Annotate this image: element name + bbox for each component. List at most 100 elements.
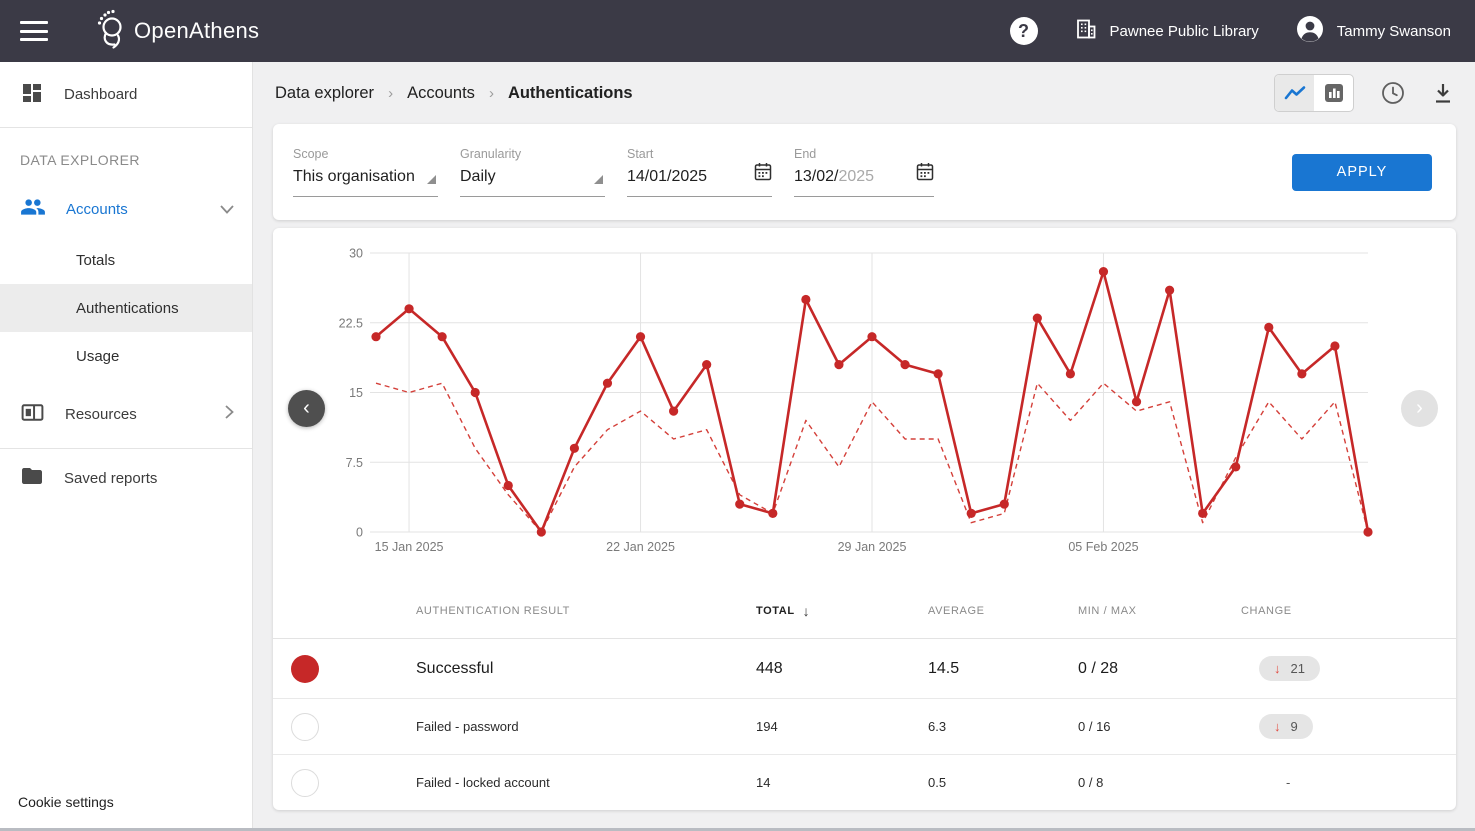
sidebar-item-label: Resources (65, 406, 137, 423)
sidebar: Dashboard DATA EXPLORER Accounts Totals … (0, 62, 253, 828)
sub-item-label: Usage (76, 348, 119, 365)
scope-select[interactable]: Scope This organisation (293, 147, 438, 197)
column-authentication-result[interactable]: AUTHENTICATION RESULT (416, 605, 756, 617)
chevron-down-icon (220, 201, 234, 218)
granularity-select[interactable]: Granularity Daily (460, 147, 605, 197)
sidebar-item-label: Dashboard (64, 86, 137, 103)
end-date-typed: 13/02/ (794, 168, 838, 186)
chevron-right-icon (225, 405, 234, 423)
apply-button[interactable]: APPLY (1292, 154, 1432, 191)
table-row-failed-locked[interactable]: Failed - locked account 14 0.5 0 / 8 - (273, 755, 1456, 810)
row-average: 6.3 (928, 719, 1078, 734)
breadcrumb-separator-icon: › (489, 85, 494, 102)
column-min-max[interactable]: MIN / MAX (1078, 605, 1241, 617)
openathens-logo-icon (92, 8, 128, 55)
clock-icon (1380, 80, 1406, 106)
series-marker-unselected[interactable] (291, 713, 319, 741)
row-label: Successful (416, 660, 756, 678)
history-button[interactable] (1380, 80, 1406, 106)
breadcrumb: Data explorer › Accounts › Authenticatio… (275, 84, 633, 103)
user-avatar-icon (1295, 14, 1325, 48)
user-name: Tammy Swanson (1337, 23, 1451, 40)
accounts-people-icon (20, 194, 46, 224)
row-average: 14.5 (928, 660, 1078, 678)
sidebar-item-label: Saved reports (64, 470, 157, 487)
change-badge: ↓ 9 (1259, 714, 1313, 739)
breadcrumb-row: Data explorer › Accounts › Authenticatio… (273, 62, 1456, 124)
column-change[interactable]: CHANGE (1241, 605, 1456, 617)
chart-type-toggle (1274, 74, 1354, 112)
breadcrumb-authentications: Authentications (508, 84, 633, 103)
start-date-value: 14/01/2025 (627, 168, 772, 186)
end-date-label: End (794, 147, 934, 161)
calendar-icon[interactable] (916, 162, 934, 186)
start-date-label: Start (627, 147, 772, 161)
scope-label: Scope (293, 147, 438, 161)
sidebar-item-authentications[interactable]: Authentications (0, 284, 252, 332)
chart-next-arrow-button[interactable]: › (1401, 390, 1438, 427)
svg-text:15: 15 (349, 386, 363, 400)
organisation-switcher[interactable]: Pawnee Public Library (1074, 17, 1259, 45)
start-date-input[interactable]: Start 14/01/2025 (627, 147, 772, 197)
line-chart-icon (1284, 85, 1306, 101)
column-total-sorted[interactable]: TOTAL ↓ (756, 603, 928, 619)
series-marker-selected[interactable] (291, 655, 319, 683)
change-badge: ↓ 21 (1259, 656, 1320, 681)
row-min-max: 0 / 16 (1078, 719, 1241, 734)
help-icon[interactable]: ? (1010, 17, 1038, 45)
column-average[interactable]: AVERAGE (928, 605, 1078, 617)
organisation-name: Pawnee Public Library (1110, 23, 1259, 40)
folder-icon (20, 464, 44, 492)
line-chart-toggle-button[interactable] (1275, 75, 1314, 111)
breadcrumb-separator-icon: › (388, 85, 393, 102)
breadcrumb-data-explorer[interactable]: Data explorer (275, 84, 374, 103)
cookie-settings-link[interactable]: Cookie settings (18, 794, 114, 810)
table-row-successful[interactable]: Successful 448 14.5 0 / 28 ↓ 21 (273, 639, 1456, 699)
bar-chart-icon (1324, 83, 1344, 103)
sub-item-label: Totals (76, 252, 115, 269)
chart-prev-arrow-button[interactable]: ‹ (288, 390, 325, 427)
logo-text: OpenAthens (134, 18, 259, 44)
filter-panel: Scope This organisation Granularity Dail… (273, 124, 1456, 220)
svg-text:15 Jan 2025: 15 Jan 2025 (375, 540, 444, 554)
series-marker-unselected[interactable] (291, 769, 319, 797)
svg-text:7.5: 7.5 (346, 456, 363, 470)
results-panel: ‹ › 07.51522.53015 Jan 202522 Jan 202529… (273, 228, 1456, 810)
calendar-icon[interactable] (754, 162, 772, 186)
svg-text:30: 30 (349, 247, 363, 261)
end-date-suggested: 2025 (838, 168, 874, 186)
line-chart-svg: 07.51522.53015 Jan 202522 Jan 202529 Jan… (273, 228, 1456, 578)
user-menu[interactable]: Tammy Swanson (1295, 14, 1451, 48)
svg-text:22.5: 22.5 (339, 316, 363, 330)
top-app-bar: OpenAthens ? Pawnee Public Library (0, 0, 1475, 62)
row-min-max: 0 / 8 (1078, 775, 1241, 790)
sidebar-item-dashboard[interactable]: Dashboard (0, 62, 252, 128)
row-label: Failed - password (416, 719, 756, 734)
sidebar-item-saved-reports[interactable]: Saved reports (0, 449, 252, 507)
organisation-icon (1074, 17, 1098, 45)
svg-text:22 Jan 2025: 22 Jan 2025 (606, 540, 675, 554)
openathens-logo: OpenAthens (92, 8, 259, 55)
sidebar-item-accounts[interactable]: Accounts (0, 182, 252, 236)
sort-descending-icon: ↓ (803, 603, 811, 619)
svg-text:05 Feb 2025: 05 Feb 2025 (1068, 540, 1138, 554)
table-row-failed-password[interactable]: Failed - password 194 6.3 0 / 16 ↓ 9 (273, 699, 1456, 755)
dashboard-icon (20, 81, 44, 109)
change-none: - (1286, 775, 1290, 790)
menu-hamburger-icon[interactable] (20, 21, 48, 41)
sidebar-section-data-explorer: DATA EXPLORER (0, 128, 252, 182)
breadcrumb-accounts[interactable]: Accounts (407, 84, 475, 103)
sidebar-item-totals[interactable]: Totals (0, 236, 252, 284)
change-down-icon: ↓ (1274, 661, 1281, 676)
granularity-label: Granularity (460, 147, 605, 161)
sidebar-item-resources[interactable]: Resources (0, 380, 252, 449)
row-average: 0.5 (928, 775, 1078, 790)
download-button[interactable] (1432, 81, 1454, 105)
sidebar-item-usage[interactable]: Usage (0, 332, 252, 380)
svg-text:0: 0 (356, 526, 363, 540)
change-value: 21 (1291, 661, 1305, 676)
row-min-max: 0 / 28 (1078, 660, 1241, 678)
row-total: 194 (756, 719, 928, 734)
end-date-input[interactable]: End 13/02/2025 (794, 147, 934, 197)
bar-chart-toggle-button[interactable] (1314, 75, 1353, 111)
